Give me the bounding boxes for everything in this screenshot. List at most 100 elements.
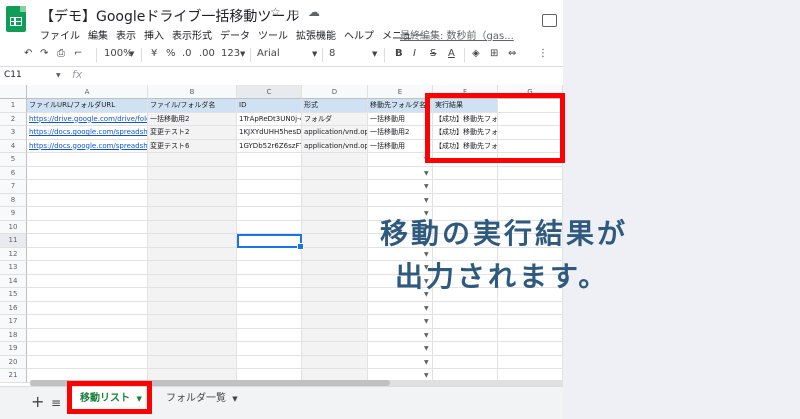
cell[interactable] (148, 234, 237, 248)
cell[interactable]: ID (237, 99, 302, 113)
cell[interactable] (148, 166, 237, 180)
cell[interactable] (237, 342, 302, 356)
cell[interactable] (433, 166, 498, 180)
cell[interactable] (302, 153, 368, 167)
column-header[interactable]: B (148, 85, 237, 99)
row-header[interactable]: 12 (0, 247, 27, 261)
cell[interactable]: 変更テスト6 (148, 139, 237, 153)
cell[interactable] (27, 301, 148, 315)
cell[interactable]: application/vnd.open (302, 139, 368, 153)
cell[interactable]: ファイル/フォルダ名 (148, 99, 237, 113)
dropdown-chevron-icon[interactable]: ▼ (424, 183, 429, 190)
dropdown-chevron-icon[interactable]: ▼ (424, 372, 429, 379)
cell[interactable] (237, 301, 302, 315)
cell[interactable] (302, 274, 368, 288)
comment-history-icon[interactable] (542, 14, 557, 27)
cell[interactable]: 移動先フォルダ名 (368, 99, 433, 113)
dropdown-chevron-icon[interactable]: ▼ (424, 332, 429, 339)
cell[interactable] (237, 180, 302, 194)
cell[interactable] (498, 355, 563, 369)
italic-button[interactable]: I (413, 48, 416, 59)
star-icon[interactable]: ☆ (270, 5, 281, 19)
cell[interactable]: 一括移動用 (368, 139, 433, 153)
cell[interactable] (148, 180, 237, 194)
cell[interactable] (498, 301, 563, 315)
cell[interactable] (498, 166, 563, 180)
font-size-select[interactable]: 8 (329, 48, 335, 59)
menu-edit[interactable]: 編集 (88, 27, 108, 42)
cell[interactable] (148, 288, 237, 302)
row-header[interactable]: 1 (0, 99, 27, 113)
cell[interactable] (302, 166, 368, 180)
cell[interactable]: 変更テスト2 (148, 126, 237, 140)
cell[interactable]: ファイルURL/フォルダURL (27, 99, 148, 113)
dropdown-chevron-icon[interactable]: ▼ (424, 170, 429, 177)
row-header[interactable]: 10 (0, 220, 27, 234)
row-header[interactable]: 20 (0, 355, 27, 369)
row-header[interactable]: 5 (0, 153, 27, 167)
row-header[interactable]: 3 (0, 126, 27, 140)
cell[interactable] (302, 355, 368, 369)
cell[interactable] (27, 288, 148, 302)
fill-color-icon[interactable]: ◈ (472, 48, 480, 59)
cell[interactable] (148, 301, 237, 315)
row-header[interactable]: 7 (0, 180, 27, 194)
cell[interactable] (27, 166, 148, 180)
number-format-select[interactable]: 123 (221, 48, 240, 59)
percent-format-button[interactable]: % (166, 48, 176, 59)
sheets-logo-icon[interactable] (6, 6, 26, 32)
cell[interactable]: 一括移動用 (368, 112, 433, 126)
cell[interactable] (433, 301, 498, 315)
cell[interactable] (498, 315, 563, 329)
cell[interactable] (27, 274, 148, 288)
cell[interactable] (27, 261, 148, 275)
cell[interactable] (148, 261, 237, 275)
merge-cells-icon[interactable]: ⇔ (508, 48, 516, 59)
cell[interactable] (302, 180, 368, 194)
menu-format[interactable]: 表示形式 (172, 27, 212, 42)
menu-tools[interactable]: ツール (258, 27, 288, 42)
cell[interactable] (148, 328, 237, 342)
dropdown-chevron-icon[interactable]: ▼ (424, 359, 429, 366)
cell[interactable] (27, 220, 148, 234)
sheet-tab-folder-list[interactable]: フォルダ一覧 ▼ (158, 387, 246, 411)
cell[interactable] (433, 328, 498, 342)
cell[interactable] (433, 355, 498, 369)
document-title[interactable]: 【デモ】Googleドライブ一括移動ツール (40, 6, 299, 26)
selected-cell-c11[interactable] (237, 234, 304, 249)
cell[interactable] (302, 288, 368, 302)
redo-icon[interactable]: ↷ (40, 48, 48, 59)
cell[interactable] (148, 220, 237, 234)
cell[interactable]: 1GYDb52r6Z6szFT4 (237, 139, 302, 153)
cell[interactable] (302, 193, 368, 207)
cell[interactable] (148, 342, 237, 356)
cell[interactable] (27, 342, 148, 356)
cell[interactable] (302, 328, 368, 342)
cell[interactable] (148, 193, 237, 207)
row-header[interactable]: 6 (0, 166, 27, 180)
row-header[interactable]: 13 (0, 261, 27, 275)
cell[interactable] (237, 355, 302, 369)
menu-file[interactable]: ファイル (40, 27, 80, 42)
font-family-select[interactable]: Arial (257, 48, 280, 59)
decrease-decimal-button[interactable]: .0 (182, 48, 192, 59)
cell[interactable]: 一括移動用2 (148, 112, 237, 126)
cell[interactable] (148, 355, 237, 369)
cell[interactable] (302, 261, 368, 275)
row-header[interactable]: 4 (0, 139, 27, 153)
column-header[interactable]: A (27, 85, 148, 99)
cell[interactable] (27, 328, 148, 342)
cell[interactable] (433, 180, 498, 194)
cell[interactable] (237, 247, 302, 261)
cell[interactable] (237, 315, 302, 329)
cell[interactable] (27, 247, 148, 261)
column-header[interactable]: D (302, 85, 368, 99)
row-header[interactable]: 14 (0, 274, 27, 288)
more-options-icon[interactable]: ⋮ (538, 48, 548, 59)
cell[interactable] (27, 193, 148, 207)
cell[interactable] (498, 193, 563, 207)
cell[interactable] (237, 207, 302, 221)
cell[interactable] (498, 180, 563, 194)
column-header[interactable]: C (237, 85, 302, 99)
row-header[interactable]: 15 (0, 288, 27, 302)
